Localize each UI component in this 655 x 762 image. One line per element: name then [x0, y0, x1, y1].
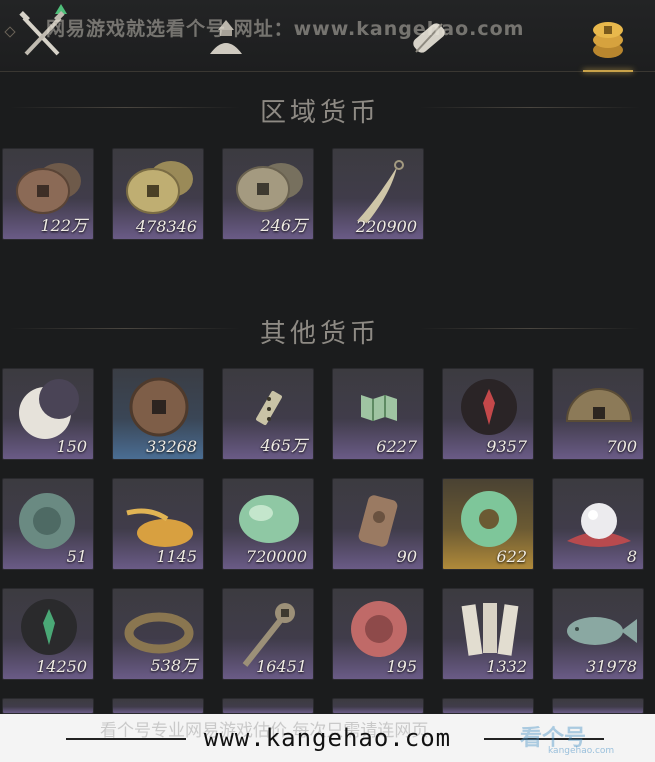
currency-item[interactable] [2, 698, 94, 714]
currency-item[interactable]: 8 [552, 478, 644, 570]
currency-item[interactable] [332, 698, 424, 714]
currency-quantity: 8 [626, 547, 637, 566]
currency-item[interactable] [222, 698, 314, 714]
currency-item[interactable] [552, 698, 644, 714]
section-title-other: 其他货币 [259, 319, 380, 349]
footer-logo-sub: kangehao.com [548, 746, 615, 756]
currency-quantity: 538万 [150, 656, 197, 675]
top-tab-bar: 网易游戏就选看个号 网址：www.kangehao.com [0, 0, 655, 72]
currency-item[interactable]: 90 [332, 478, 424, 570]
currency-quantity: 1145 [156, 547, 197, 566]
currency-item[interactable]: 122万 [2, 148, 94, 240]
currency-item[interactable]: 465万 [222, 368, 314, 460]
currency-quantity: 33268 [146, 437, 197, 456]
currency-quantity: 31978 [586, 657, 637, 676]
footer-watermark-bar: 看个号专业网易游戏估价 每次只需请连网页 www.kangehao.com 看个… [0, 714, 655, 762]
currency-quantity: 16451 [256, 657, 307, 676]
currency-quantity: 14250 [36, 657, 87, 676]
currency-quantity: 6227 [376, 437, 417, 456]
currency-item[interactable]: 14250 [2, 588, 94, 680]
currency-item[interactable]: 6227 [332, 368, 424, 460]
currency-item[interactable]: 622 [442, 478, 534, 570]
currency-item[interactable]: 700 [552, 368, 644, 460]
section-title-regional: 区域货币 [259, 98, 380, 128]
currency-item[interactable] [442, 698, 534, 714]
currency-item[interactable]: 31978 [552, 588, 644, 680]
currency-quantity: 220900 [355, 217, 417, 236]
currency-quantity: 720000 [245, 547, 307, 566]
currency-quantity: 51 [66, 547, 87, 566]
tab-currency[interactable] [578, 8, 638, 72]
watermark-text: 网易游戏就选看个号 网址：www.kangehao.com [46, 18, 525, 40]
currency-item[interactable]: 33268 [112, 368, 204, 460]
currency-quantity: 195 [386, 657, 417, 676]
currency-item[interactable]: 246万 [222, 148, 314, 240]
currency-quantity: 622 [496, 547, 527, 566]
currency-item[interactable]: 1332 [442, 588, 534, 680]
currency-item[interactable]: 51 [2, 478, 94, 570]
currency-item[interactable]: 220900 [332, 148, 424, 240]
currency-quantity: 465万 [260, 436, 307, 455]
currency-item[interactable]: 1145 [112, 478, 204, 570]
currency-quantity: 478346 [135, 217, 197, 236]
currency-quantity: 1332 [486, 657, 527, 676]
currency-quantity: 9357 [486, 437, 527, 456]
currency-item[interactable]: 720000 [222, 478, 314, 570]
currency-quantity: 90 [396, 547, 417, 566]
currency-quantity: 122万 [40, 216, 87, 235]
currency-quantity: 150 [56, 437, 87, 456]
coins-icon [593, 22, 623, 58]
currency-item[interactable]: 478346 [112, 148, 204, 240]
currency-item[interactable]: 150 [2, 368, 94, 460]
currency-item[interactable]: 16451 [222, 588, 314, 680]
currency-quantity: 246万 [260, 216, 307, 235]
currency-item[interactable] [112, 698, 204, 714]
currency-item[interactable]: 538万 [112, 588, 204, 680]
currency-item[interactable]: 9357 [442, 368, 534, 460]
currency-quantity: 700 [606, 437, 637, 456]
currency-item[interactable]: 195 [332, 588, 424, 680]
